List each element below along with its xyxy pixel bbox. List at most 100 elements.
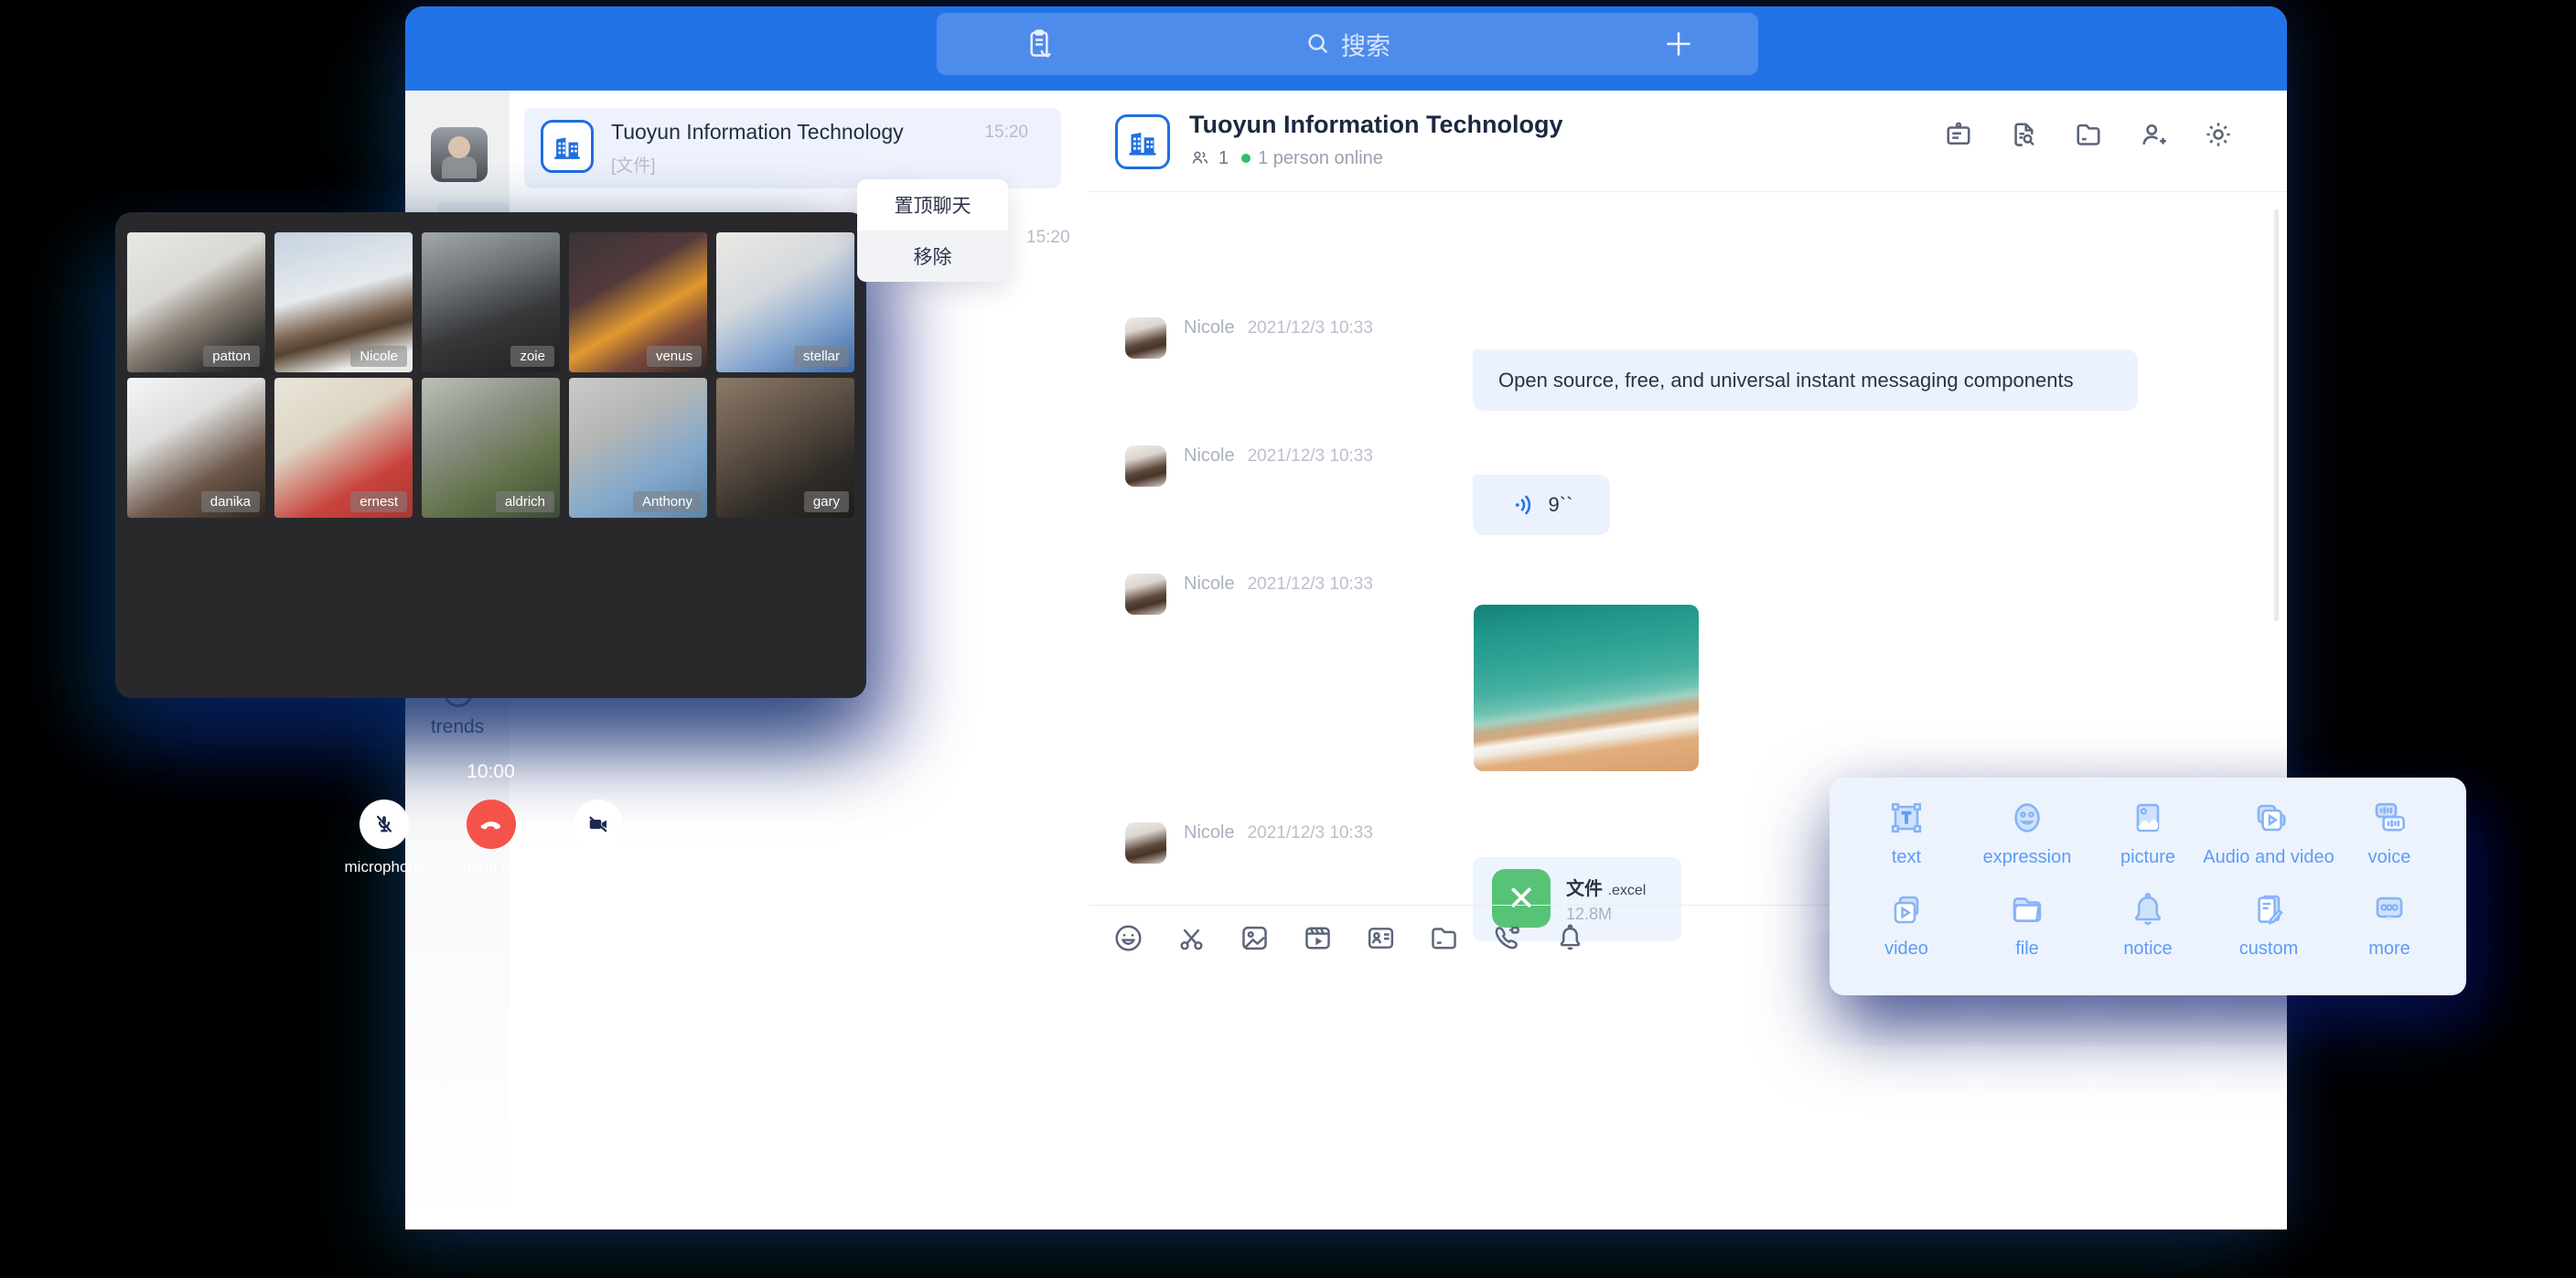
tool-file[interactable]: file <box>1967 887 2088 979</box>
tool-more[interactable]: more <box>2329 887 2450 979</box>
sender-avatar[interactable] <box>1125 574 1166 615</box>
video-call-window: patton Nicole zoie venus stellar danika … <box>115 212 866 698</box>
chat-panel: Tuoyun Information Technology 1 1 person… <box>1089 91 2287 1230</box>
settings-gear-icon[interactable] <box>2202 118 2235 151</box>
participant-tile[interactable]: zoie <box>422 232 560 372</box>
emoji-icon[interactable] <box>1111 921 1145 955</box>
participant-tile[interactable]: danika <box>127 378 265 518</box>
video-clapper-icon[interactable] <box>1301 921 1335 955</box>
picture-icon[interactable] <box>1238 921 1272 955</box>
participant-tile[interactable]: Anthony <box>569 378 707 518</box>
sender-name: Nicole <box>1184 822 1235 843</box>
tool-label: text <box>1892 847 1921 868</box>
my-avatar[interactable] <box>431 127 488 182</box>
context-menu: 置顶聊天 移除 <box>857 179 1008 282</box>
add-member-icon[interactable] <box>2137 118 2170 151</box>
tool-notice[interactable]: notice <box>2088 887 2208 979</box>
trends-label[interactable]: trends <box>405 716 510 738</box>
conversation-title: Tuoyun Information Technology <box>611 120 904 145</box>
participant-tile[interactable]: stellar <box>716 232 854 372</box>
tool-text[interactable]: text <box>1846 796 1967 887</box>
group-notice-icon[interactable] <box>1942 118 1975 151</box>
message-time: 2021/12/3 10:33 <box>1248 318 1373 338</box>
participant-tile[interactable]: patton <box>127 232 265 372</box>
conversation-preview: [文件] <box>611 152 656 177</box>
microphone-mute-button[interactable] <box>360 800 409 849</box>
chat-avatar-building-icon <box>1115 114 1170 169</box>
sender-avatar[interactable] <box>1125 446 1166 487</box>
text-message-bubble[interactable]: Open source, free, and universal instant… <box>1473 349 2138 411</box>
message-meta: Nicole2021/12/3 10:33 <box>1184 317 1373 338</box>
tool-expression[interactable]: expression <box>1967 796 2088 887</box>
search-placeholder: 搜索 <box>1341 27 1390 62</box>
chat-history-search-icon[interactable] <box>2007 118 2040 151</box>
sender-name: Nicole <box>1184 574 1235 594</box>
participant-tile[interactable]: aldrich <box>422 378 560 518</box>
search-icon <box>1304 30 1332 58</box>
conversation-item[interactable]: Tuoyun Information Technology [文件] 15:20 <box>524 108 1061 188</box>
group-file-icon[interactable] <box>2072 118 2105 151</box>
tool-label: notice <box>2123 939 2172 960</box>
tool-video[interactable]: video <box>1846 887 1967 979</box>
tool-label: more <box>2368 939 2410 960</box>
top-bar: 搜索 <box>405 6 2287 91</box>
participant-tile[interactable]: gary <box>716 378 854 518</box>
message-meta: Nicole 2021/12/3 10:33 <box>1184 574 1373 595</box>
online-status: 1 person online <box>1258 148 1383 169</box>
participant-name: danika <box>201 491 260 512</box>
file-name: 文件 <box>1566 879 1603 899</box>
search-bar[interactable]: 搜索 <box>937 13 1758 75</box>
message-types-panel: text expression picture <box>1830 778 2466 995</box>
sender-avatar[interactable] <box>1125 317 1166 359</box>
tool-label: custom <box>2239 939 2298 960</box>
camera-off-button[interactable] <box>574 800 623 849</box>
search-field[interactable]: 搜索 <box>937 13 1758 75</box>
menu-item-remove[interactable]: 移除 <box>857 231 1008 282</box>
sender-name: Nicole <box>1184 446 1235 466</box>
message-time: 2021/12/3 10:33 <box>1248 575 1373 594</box>
video-call-icon[interactable] <box>1490 921 1524 955</box>
hang-up-label: hang up <box>453 858 530 876</box>
voice-wave-icon <box>1510 491 1538 519</box>
participant-tile[interactable]: ernest <box>274 378 413 518</box>
tool-label: Audio and video <box>2203 847 2334 868</box>
menu-item-pin-chat[interactable]: 置顶聊天 <box>857 179 1008 231</box>
file-ext: .excel <box>1608 883 1647 898</box>
excel-file-icon: ✕ <box>1492 869 1551 928</box>
participant-tile[interactable]: venus <box>569 232 707 372</box>
tool-label: voice <box>2368 847 2411 868</box>
folder-icon[interactable] <box>1427 921 1461 955</box>
participant-tile[interactable]: Nicole <box>274 232 413 372</box>
tool-custom[interactable]: custom <box>2208 887 2329 979</box>
conversation-time: 15:20 <box>1026 228 1070 248</box>
participant-name: Nicole <box>350 346 407 367</box>
message-time: 2021/12/3 10:33 <box>1248 446 1373 466</box>
participant-grid: patton Nicole zoie venus stellar danika … <box>127 232 854 518</box>
input-toolbar <box>1111 921 1587 955</box>
tool-audio-video[interactable]: Audio and video <box>2208 796 2329 887</box>
hang-up-button[interactable] <box>467 800 516 849</box>
tool-picture[interactable]: picture <box>2088 796 2208 887</box>
scrollbar[interactable] <box>2274 209 2279 621</box>
message-time: 2021/12/3 10:33 <box>1248 823 1373 843</box>
tool-voice[interactable]: voice <box>2329 796 2450 887</box>
voice-duration: 9`` <box>1549 493 1573 517</box>
call-control-labels: microphone hang up Camera <box>115 858 866 876</box>
notification-bell-icon[interactable] <box>1553 921 1587 955</box>
screenshot-scissors-icon[interactable] <box>1175 921 1208 955</box>
add-icon[interactable] <box>1661 27 1696 61</box>
members-icon <box>1189 147 1211 169</box>
participant-name: venus <box>647 346 702 367</box>
member-count: 1 <box>1218 148 1229 169</box>
voice-message-bubble[interactable]: 9`` <box>1473 475 1610 535</box>
contact-card-icon[interactable] <box>1364 921 1398 955</box>
message-text: Open source, free, and universal instant… <box>1498 369 2074 392</box>
online-dot <box>1241 154 1250 163</box>
participant-name: stellar <box>794 346 849 367</box>
chat-title: Tuoyun Information Technology <box>1189 111 1562 139</box>
page: { "topbar": {"search_placeholder": "搜索"}… <box>0 0 2576 1230</box>
participant-name: Anthony <box>633 491 702 512</box>
sender-avatar[interactable] <box>1125 822 1166 864</box>
participant-name: zoie <box>510 346 554 367</box>
image-message-beach-photo[interactable] <box>1474 605 1699 771</box>
